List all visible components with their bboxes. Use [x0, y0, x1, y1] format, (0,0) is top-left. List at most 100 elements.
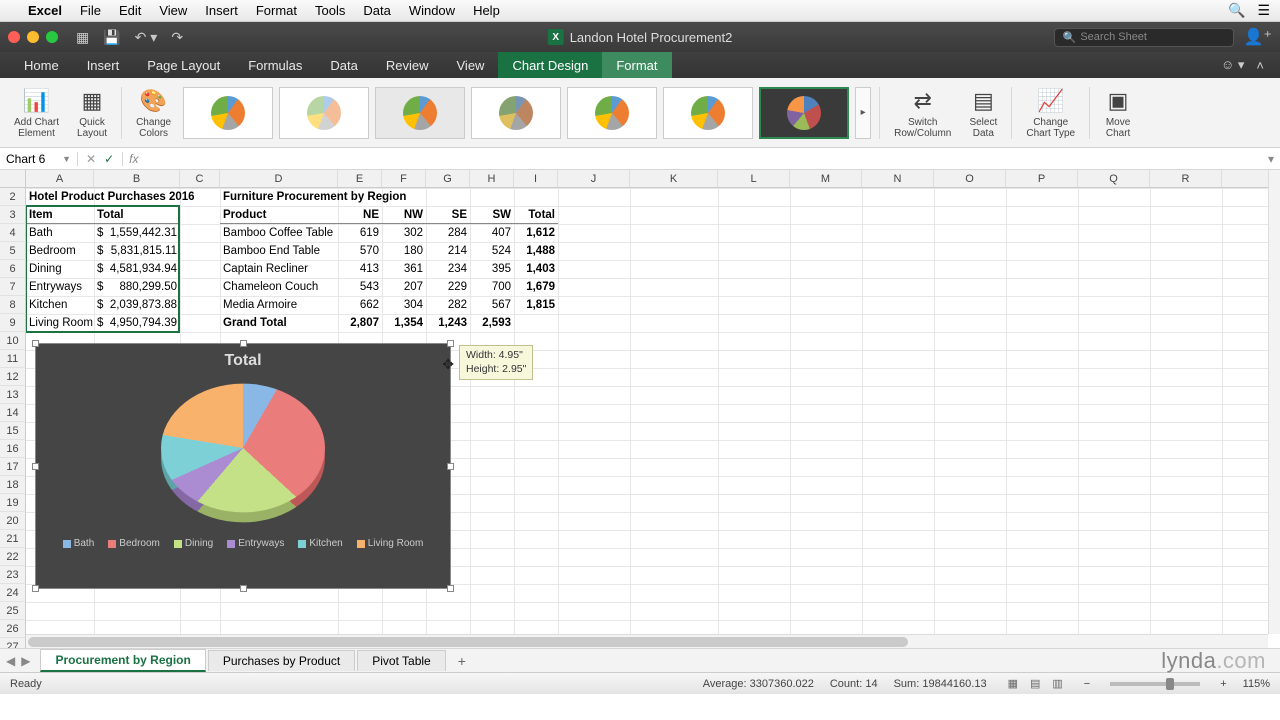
cell[interactable]: Entryways — [26, 278, 94, 296]
chart-style-3[interactable] — [375, 87, 465, 139]
cell[interactable]: 1,488 — [514, 242, 558, 260]
cell[interactable]: Total — [514, 206, 558, 224]
cell[interactable]: 207 — [382, 278, 426, 296]
row-header-24[interactable]: 24 — [0, 584, 26, 602]
cell[interactable]: 407 — [470, 224, 514, 242]
sheet-nav-next-icon[interactable]: ▶ — [21, 654, 30, 668]
row-header-11[interactable]: 11 — [0, 350, 26, 368]
zoom-slider[interactable] — [1110, 682, 1200, 686]
column-header-Q[interactable]: Q — [1078, 170, 1150, 187]
search-sheet-input[interactable]: 🔍 Search Sheet — [1054, 28, 1234, 47]
chart-style-7[interactable] — [759, 87, 849, 139]
row-header-5[interactable]: 5 — [0, 242, 26, 260]
row-header-27[interactable]: 27 — [0, 638, 26, 648]
cell[interactable]: 2,039,873.88 — [94, 296, 180, 314]
add-chart-element-button[interactable]: 📊 Add Chart Element — [12, 85, 61, 141]
legend-item[interactable]: Entryways — [227, 538, 284, 549]
cell[interactable]: Bamboo Coffee Table — [220, 224, 338, 242]
row-header-7[interactable]: 7 — [0, 278, 26, 296]
column-header-C[interactable]: C — [180, 170, 220, 187]
chart-legend[interactable]: BathBedroomDiningEntrywaysKitchenLiving … — [36, 528, 450, 555]
resize-handle-n[interactable] — [240, 340, 247, 347]
cell[interactable]: 2,593 — [470, 314, 514, 332]
menu-file[interactable]: File — [80, 3, 101, 18]
cell[interactable]: Captain Recliner — [220, 260, 338, 278]
account-icon[interactable]: ☺ ▾ — [1221, 57, 1244, 73]
resize-handle-s[interactable] — [240, 585, 247, 592]
row-headers[interactable]: 2345678910111213141516171819202122232425… — [0, 188, 26, 648]
row-header-12[interactable]: 12 — [0, 368, 26, 386]
chart-style-5[interactable] — [567, 87, 657, 139]
tab-view[interactable]: View — [443, 52, 499, 78]
cell[interactable]: 180 — [382, 242, 426, 260]
cell[interactable]: 570 — [338, 242, 382, 260]
view-page-layout-icon[interactable]: ▤ — [1025, 676, 1045, 691]
row-header-23[interactable]: 23 — [0, 566, 26, 584]
tab-chart-design[interactable]: Chart Design — [498, 52, 602, 78]
cell[interactable]: 214 — [426, 242, 470, 260]
cell[interactable]: Total — [94, 206, 180, 224]
change-colors-button[interactable]: 🎨 Change Colors — [134, 85, 173, 141]
name-box[interactable]: Chart 6▼ — [0, 152, 78, 166]
resize-handle-nw[interactable] — [32, 340, 39, 347]
vertical-scrollbar[interactable] — [1268, 170, 1280, 634]
expand-formula-bar-icon[interactable]: ▾ — [1262, 152, 1280, 166]
cell[interactable]: SW — [470, 206, 514, 224]
legend-item[interactable]: Bedroom — [108, 538, 160, 549]
sheet-tab-1[interactable]: Purchases by Product — [208, 650, 355, 671]
chart-style-1[interactable] — [183, 87, 273, 139]
view-page-break-icon[interactable]: ▥ — [1047, 676, 1067, 691]
cell[interactable]: SE — [426, 206, 470, 224]
cell[interactable]: 1,243 — [426, 314, 470, 332]
select-data-button[interactable]: ▤ Select Data — [967, 85, 999, 141]
menu-help[interactable]: Help — [473, 3, 500, 18]
change-chart-type-button[interactable]: 📈 Change Chart Type — [1024, 85, 1077, 141]
move-chart-button[interactable]: ▣ Move Chart — [1102, 85, 1134, 141]
menu-format[interactable]: Format — [256, 3, 297, 18]
chart-styles-more-button[interactable]: ▸ — [855, 87, 871, 139]
resize-handle-ne[interactable] — [447, 340, 454, 347]
share-button[interactable]: 👤⁺ — [1244, 27, 1272, 47]
legend-item[interactable]: Living Room — [357, 538, 424, 549]
menu-view[interactable]: View — [159, 3, 187, 18]
close-window-button[interactable] — [8, 31, 20, 43]
sheet-tab-2[interactable]: Pivot Table — [357, 650, 445, 671]
column-header-O[interactable]: O — [934, 170, 1006, 187]
row-header-8[interactable]: 8 — [0, 296, 26, 314]
app-name[interactable]: Excel — [28, 3, 62, 18]
cell[interactable]: 395 — [470, 260, 514, 278]
cell[interactable]: 524 — [470, 242, 514, 260]
legend-item[interactable]: Dining — [174, 538, 213, 549]
row-header-10[interactable]: 10 — [0, 332, 26, 350]
row-header-2[interactable]: 2 — [0, 188, 26, 206]
cell[interactable]: Grand Total — [220, 314, 338, 332]
cell[interactable]: 567 — [470, 296, 514, 314]
row-header-25[interactable]: 25 — [0, 602, 26, 620]
qat-redo-icon[interactable]: ↷ — [171, 29, 183, 46]
row-header-26[interactable]: 26 — [0, 620, 26, 638]
menu-tools[interactable]: Tools — [315, 3, 345, 18]
cell[interactable]: Dining — [26, 260, 94, 278]
switch-row-column-button[interactable]: ⇄ Switch Row/Column — [892, 85, 953, 141]
row-header-16[interactable]: 16 — [0, 440, 26, 458]
cell[interactable]: Item — [26, 206, 94, 224]
row-header-6[interactable]: 6 — [0, 260, 26, 278]
chart-title[interactable]: Total — [36, 344, 450, 378]
row-header-3[interactable]: 3 — [0, 206, 26, 224]
column-header-E[interactable]: E — [338, 170, 382, 187]
cell[interactable]: 1,559,442.31 — [94, 224, 180, 242]
select-all-corner[interactable] — [0, 170, 26, 188]
resize-handle-e[interactable] — [447, 463, 454, 470]
quick-layout-button[interactable]: ▦ Quick Layout — [75, 85, 109, 141]
accept-formula-icon[interactable]: ✓ — [104, 152, 114, 166]
pie-chart-plot[interactable] — [161, 378, 325, 528]
qat-save-icon[interactable]: 💾 — [103, 29, 120, 46]
cell[interactable]: 619 — [338, 224, 382, 242]
sheet-tab-0[interactable]: Procurement by Region — [40, 649, 205, 672]
column-header-K[interactable]: K — [630, 170, 718, 187]
sheet-nav-prev-icon[interactable]: ◀ — [6, 654, 15, 668]
row-header-21[interactable]: 21 — [0, 530, 26, 548]
cell[interactable]: 229 — [426, 278, 470, 296]
resize-handle-sw[interactable] — [32, 585, 39, 592]
cell[interactable]: 662 — [338, 296, 382, 314]
